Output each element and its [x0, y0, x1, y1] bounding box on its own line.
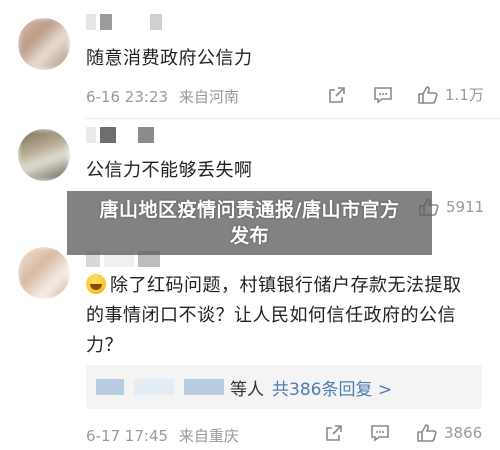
- comment-text-line-2: 的事情闭口不谈？让人民如何信任政府的公信: [86, 305, 456, 326]
- emoji-grin-icon: [86, 274, 106, 294]
- like-icon: [417, 424, 437, 442]
- comment-actions: 1.1万: [327, 84, 484, 105]
- username-redacted[interactable]: [86, 14, 162, 30]
- comment-button[interactable]: [373, 85, 393, 105]
- comment-actions: 3866: [324, 423, 482, 443]
- comment-location: 来自河南: [178, 88, 239, 106]
- avatar[interactable]: [18, 129, 70, 181]
- comment-location: 来自重庆: [178, 427, 239, 445]
- comment-text-line-1: 除了红码问题，村镇银行储户存款无法提取: [110, 275, 462, 296]
- comment-meta: 6-16 23:23 来自河南: [86, 86, 239, 107]
- comment-text: 除了红码问题，村镇银行储户存款无法提取 的事情闭口不谈？让人民如何信任政府的公信…: [86, 271, 462, 361]
- comment-text-line-3: 力？: [86, 335, 123, 356]
- comment-icon: [371, 425, 389, 442]
- view-replies-link[interactable]: 共386条回复 >: [272, 375, 392, 400]
- share-icon: [329, 86, 345, 103]
- comment-meta: 6-17 17:45 来自重庆: [86, 425, 239, 446]
- comment-button[interactable]: [370, 423, 390, 443]
- share-button[interactable]: [324, 423, 344, 443]
- like-count: 5911: [446, 198, 485, 216]
- reply-suffix: 等人: [230, 379, 264, 400]
- like-count: 1.1万: [445, 86, 484, 104]
- comment-time: 6-17 17:45: [86, 427, 169, 445]
- share-icon: [326, 425, 342, 441]
- comment-time: 6-16 23:23: [86, 88, 169, 106]
- username-redacted[interactable]: [86, 127, 154, 143]
- replies-preview[interactable]: 等人 共386条回复 >: [86, 365, 482, 409]
- like-button[interactable]: 1.1万: [417, 84, 484, 105]
- comment-icon: [374, 86, 392, 104]
- headline-line-1: 唐山地区疫情问责通报/唐山市官方: [99, 199, 400, 221]
- comment-1: 随意消费政府公信力 6-16 23:23 来自河南 1.1万: [0, 0, 500, 118]
- comment-text: 公信力不能够丢失啊: [86, 160, 253, 181]
- comment-3: 除了红码问题，村镇银行储户存款无法提取 的事情闭口不谈？让人民如何信任政府的公信…: [0, 241, 500, 450]
- reply-usernames-redacted: [96, 379, 224, 395]
- headline-overlay: 唐山地区疫情问责通报/唐山市官方 发布: [67, 191, 432, 255]
- share-button[interactable]: [327, 85, 347, 105]
- avatar[interactable]: [18, 18, 70, 70]
- avatar[interactable]: [18, 247, 70, 299]
- comment-text: 随意消费政府公信力: [86, 48, 253, 69]
- like-icon: [418, 85, 438, 104]
- like-button[interactable]: 3866: [416, 423, 482, 443]
- like-count: 3866: [444, 424, 483, 442]
- headline-line-2: 发布: [229, 225, 269, 247]
